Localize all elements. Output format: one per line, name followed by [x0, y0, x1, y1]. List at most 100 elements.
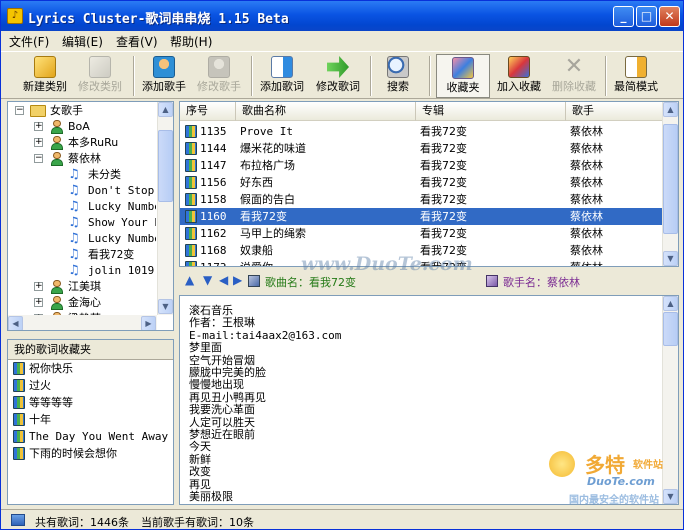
nav-up-icon[interactable]: ▲	[185, 273, 194, 287]
scroll-up-arrow-icon[interactable]: ▲	[158, 102, 173, 117]
tree-singer-item[interactable]: + 江美琪	[8, 279, 156, 295]
lyric-line: 改变	[189, 465, 211, 479]
tree-scrollbar[interactable]: ▲ ▼	[157, 102, 173, 315]
tree-singer-item[interactable]: + BoA	[8, 119, 156, 135]
lyrics-gift-icon	[185, 193, 197, 206]
collapse-icon[interactable]: −	[34, 154, 43, 163]
menu-file[interactable]: 文件(F)	[9, 33, 49, 50]
title-bar[interactable]: ♪ Lyrics Cluster-歌词串串烧 1.15 Beta _ □ ✕	[1, 1, 683, 31]
music-note-icon: ♫	[68, 215, 80, 230]
minimal-mode-label: 最简模式	[614, 80, 658, 93]
singer-icon	[50, 296, 64, 310]
app-icon[interactable]: ♪	[7, 8, 23, 24]
expand-icon[interactable]: +	[34, 122, 43, 131]
favorites-button[interactable]: 收藏夹	[436, 54, 490, 98]
cell-album: 看我72变	[420, 142, 467, 155]
close-button[interactable]: ✕	[659, 6, 680, 27]
add-singer-button[interactable]: 添加歌手	[138, 54, 190, 98]
status-current: 当前歌手有歌词：10条	[141, 516, 254, 529]
menu-edit[interactable]: 编辑(E)	[62, 33, 103, 50]
tree-hscrollbar[interactable]: ◀ ▶	[8, 315, 157, 330]
minimize-button[interactable]: _	[613, 6, 634, 27]
tree-singer-item[interactable]: + 金海心	[8, 295, 156, 311]
tree-item-label: 本多RuRu	[68, 136, 119, 149]
scroll-left-arrow-icon[interactable]: ◀	[8, 316, 23, 330]
minimal-mode-button[interactable]: 最简模式	[610, 54, 662, 98]
search-button[interactable]: 搜索	[376, 54, 420, 98]
singer-tree[interactable]: − 女歌手 + BoA + 本多RuRu − 蔡依林 ♫ 未分类 ♫ Don't Stop ♫ Luc…	[7, 101, 174, 331]
nav-next-icon[interactable]: ▶	[233, 273, 242, 287]
tree-root-female-singers[interactable]: − 女歌手	[8, 103, 158, 119]
tree-album-item[interactable]: ♫ 看我72变	[8, 247, 156, 263]
collapse-icon[interactable]: −	[15, 106, 24, 115]
nav-down-icon[interactable]: ▼	[203, 273, 212, 287]
scroll-thumb[interactable]	[663, 124, 678, 234]
toolbar-separator	[251, 56, 253, 96]
favorite-item[interactable]: 十年	[8, 412, 173, 428]
table-row[interactable]: 1144 爆米花的味道 看我72变 蔡依林	[180, 140, 662, 157]
col-header-id[interactable]: 序号	[180, 102, 236, 121]
lyrics-gift-icon	[13, 447, 25, 460]
cell-title: 奴隶船	[240, 244, 273, 257]
col-header-title[interactable]: 歌曲名称	[236, 102, 416, 121]
table-row[interactable]: 1135 Prove It 看我72变 蔡依林	[180, 123, 662, 140]
maximize-button[interactable]: □	[636, 6, 657, 27]
cell-singer: 蔡依林	[570, 259, 603, 266]
tree-album-item[interactable]: ♫ Show Your L	[8, 215, 156, 231]
song-list[interactable]: 序号 歌曲名称 专辑 歌手 1135 Prove It 看我72变 蔡依林 1144 爆米…	[179, 101, 679, 267]
add-lyrics-button[interactable]: 添加歌词	[255, 54, 309, 98]
tree-album-item[interactable]: ♫ Lucky Number	[8, 199, 156, 215]
table-row[interactable]: 1147 布拉格广场 看我72变 蔡依林	[180, 157, 662, 174]
remove-favorite-button[interactable]: ✕ 删除收藏	[548, 54, 600, 98]
tree-album-item[interactable]: ♫ jolin 1019	[8, 263, 156, 279]
tree-album-item[interactable]: ♫ 未分类	[8, 167, 156, 183]
tree-album-item[interactable]: ♫ Don't Stop	[8, 183, 156, 199]
edit-singer-button[interactable]: 修改歌手	[193, 54, 245, 98]
menu-help[interactable]: 帮助(H)	[170, 33, 212, 50]
table-row[interactable]: 1162 马甲上的绳索 看我72变 蔡依林	[180, 225, 662, 242]
cell-album: 看我72变	[420, 193, 467, 206]
tree-singer-item[interactable]: − 蔡依林	[8, 151, 156, 167]
folder-edit-icon	[89, 56, 111, 78]
scroll-thumb[interactable]	[158, 130, 173, 202]
scroll-thumb[interactable]	[663, 312, 678, 346]
favorite-item[interactable]: 祝你快乐	[8, 361, 173, 377]
cell-singer: 蔡依林	[570, 125, 603, 138]
favorite-item[interactable]: 下雨的时候会想你	[8, 446, 173, 462]
scroll-right-arrow-icon[interactable]: ▶	[141, 316, 156, 330]
tree-singer-item[interactable]: + 本多RuRu	[8, 135, 156, 151]
favorite-item[interactable]: The Day You Went Away	[8, 429, 173, 445]
scroll-down-arrow-icon[interactable]: ▼	[663, 251, 678, 266]
expand-icon[interactable]: +	[34, 298, 43, 307]
tree-album-item[interactable]: ♫ Lucky Numbe	[8, 231, 156, 247]
expand-icon[interactable]: +	[34, 282, 43, 291]
edit-lyrics-button[interactable]: 修改歌词	[311, 54, 365, 98]
col-header-album[interactable]: 专辑	[416, 102, 566, 121]
scroll-down-arrow-icon[interactable]: ▼	[158, 299, 173, 314]
song-list-scrollbar[interactable]: ▲ ▼	[662, 102, 678, 266]
expand-icon[interactable]: +	[34, 138, 43, 147]
table-row[interactable]: 1160 看我72变 看我72变 蔡依林	[180, 208, 662, 225]
tree-item-label: 看我72变	[88, 248, 135, 261]
new-category-button[interactable]: 新建类别	[19, 54, 71, 98]
table-row[interactable]: 1158 假面的告白 看我72变 蔡依林	[180, 191, 662, 208]
music-note-icon: ♫	[68, 167, 80, 182]
logo-url: DuoTe.com	[587, 475, 655, 488]
table-row[interactable]: 1156 好东西 看我72变 蔡依林	[180, 174, 662, 191]
menu-view[interactable]: 查看(V)	[116, 33, 158, 50]
scroll-up-arrow-icon[interactable]: ▲	[663, 102, 678, 117]
cell-singer: 蔡依林	[570, 193, 603, 206]
col-header-singer[interactable]: 歌手	[566, 102, 663, 121]
add-favorite-label: 加入收藏	[497, 80, 541, 93]
favorites-label: 收藏夹	[446, 81, 480, 94]
favorite-item[interactable]: 过火	[8, 378, 173, 394]
scroll-up-arrow-icon[interactable]: ▲	[663, 296, 678, 311]
edit-category-button[interactable]: 修改类别	[74, 54, 126, 98]
add-favorite-button[interactable]: 加入收藏	[492, 54, 546, 98]
search-icon	[387, 56, 409, 78]
lyric-line: 慢慢地出现	[189, 378, 244, 392]
tree-item-label: 蔡依林	[68, 152, 101, 165]
favorite-item[interactable]: 等等等等	[8, 395, 173, 411]
nav-prev-icon[interactable]: ◀	[219, 273, 228, 287]
cube-icon	[486, 275, 498, 287]
